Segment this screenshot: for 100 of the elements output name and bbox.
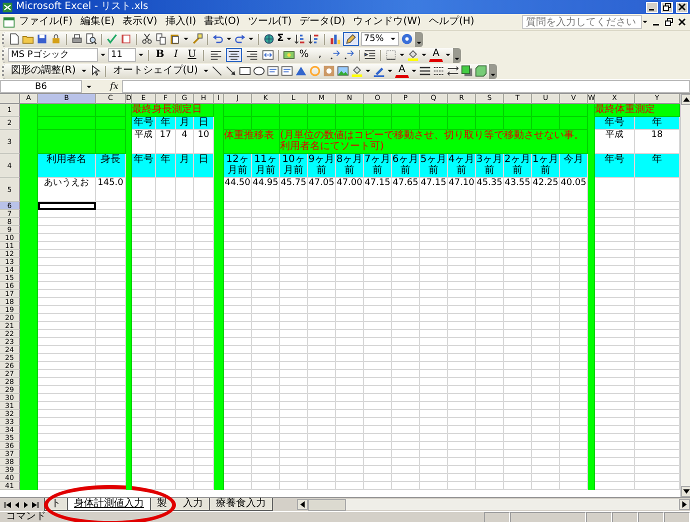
filled-cell[interactable] xyxy=(336,104,364,117)
bold-button[interactable]: B xyxy=(153,48,167,62)
scissors-icon[interactable] xyxy=(141,33,153,45)
caret-icon[interactable] xyxy=(410,69,417,73)
table-cell[interactable]: 年 xyxy=(635,117,680,130)
decimal-arrow-icon[interactable] xyxy=(343,49,355,61)
table-cell[interactable]: 年 xyxy=(635,154,680,178)
scroll-right-icon[interactable] xyxy=(679,499,690,510)
scroll-down-icon[interactable] xyxy=(681,486,690,497)
copy-icon[interactable] xyxy=(155,33,167,45)
zoom-dropdown[interactable]: 75% xyxy=(360,32,399,46)
draw-menu-button[interactable]: 図形の調整(R) xyxy=(8,64,79,78)
bar-chart-icon[interactable] xyxy=(328,33,341,45)
minimize-button[interactable] xyxy=(646,2,658,12)
underline-button[interactable]: U xyxy=(185,48,199,62)
vertical-scrollbar[interactable] xyxy=(680,94,690,497)
filled-cell[interactable] xyxy=(308,104,336,117)
money-icon[interactable] xyxy=(283,49,295,61)
table-cell[interactable]: 月 xyxy=(176,154,194,178)
close-button[interactable] xyxy=(676,2,688,12)
align-left-button[interactable] xyxy=(208,48,224,62)
menu-item[interactable]: データ(D) xyxy=(296,16,350,28)
merge-icon[interactable] xyxy=(262,49,274,61)
caret-icon[interactable] xyxy=(248,37,254,41)
filled-cell[interactable] xyxy=(224,104,252,117)
caret-icon[interactable] xyxy=(86,84,92,88)
filled-cell[interactable] xyxy=(336,117,364,130)
table-cell[interactable]: 1ヶ月前 xyxy=(532,154,560,178)
filled-cell[interactable] xyxy=(392,104,420,117)
filled-cell[interactable] xyxy=(476,117,504,130)
picture-icon[interactable] xyxy=(336,65,349,77)
wordart-icon[interactable] xyxy=(294,65,307,77)
table-cell[interactable]: 年号 xyxy=(595,117,635,130)
first-sheet-icon[interactable] xyxy=(4,500,12,508)
caret-icon[interactable] xyxy=(386,69,393,73)
menu-item[interactable]: 表示(V) xyxy=(118,16,162,28)
table-cell[interactable]: 年 xyxy=(156,117,176,130)
insert-function-button[interactable]: fx xyxy=(110,82,118,92)
table-cell[interactable]: 年号 xyxy=(132,117,156,130)
help-icon[interactable] xyxy=(400,33,413,45)
table-cell[interactable]: 月 xyxy=(176,117,194,130)
selected-cell[interactable] xyxy=(38,202,96,210)
caret-icon[interactable] xyxy=(421,53,427,57)
checkmark-icon[interactable] xyxy=(106,33,118,45)
printer-icon[interactable] xyxy=(71,33,83,45)
filled-cell[interactable] xyxy=(38,130,96,154)
page-icon[interactable] xyxy=(8,33,20,45)
text-box-icon[interactable] xyxy=(280,65,293,77)
filled-cell[interactable] xyxy=(38,104,96,117)
next-sheet-icon[interactable] xyxy=(22,500,30,508)
menu-item[interactable]: ファイル(F) xyxy=(15,16,77,28)
double-arrow-icon[interactable] xyxy=(446,65,459,77)
filled-cell[interactable] xyxy=(420,104,448,117)
autoshapes-menu-button[interactable]: オートシェイプ(U) xyxy=(110,64,201,78)
formula-field[interactable] xyxy=(122,80,690,93)
filled-cell[interactable] xyxy=(224,117,252,130)
help-search-field[interactable]: 質問を入力してください xyxy=(522,15,642,29)
filled-cell[interactable] xyxy=(96,104,126,117)
filled-cell[interactable] xyxy=(96,117,126,130)
indent-icon[interactable] xyxy=(364,49,376,61)
menu-item[interactable]: ウィンドウ(W) xyxy=(349,16,425,28)
menu-item[interactable]: ヘルプ(H) xyxy=(424,16,478,28)
table-cell[interactable]: 5ヶ月前 xyxy=(420,154,448,178)
filled-cell[interactable] xyxy=(420,117,448,130)
table-cell[interactable]: 日 xyxy=(194,117,214,130)
sum-button[interactable]: Σ xyxy=(277,33,284,45)
table-cell[interactable]: 12ヶ月前 xyxy=(224,154,252,178)
menu-item[interactable]: 挿入(I) xyxy=(161,16,200,28)
filled-cell[interactable] xyxy=(448,117,476,130)
filled-cell[interactable] xyxy=(560,117,588,130)
page-magnifier-icon[interactable] xyxy=(85,33,97,45)
table-cell[interactable]: 3ヶ月前 xyxy=(476,154,504,178)
redo-icon[interactable] xyxy=(234,33,246,45)
filled-cell[interactable] xyxy=(560,104,588,117)
table-cell[interactable]: 6ヶ月前 xyxy=(392,154,420,178)
rectangle-icon[interactable] xyxy=(238,65,251,77)
align-center-button[interactable] xyxy=(226,48,242,62)
filled-cell[interactable] xyxy=(308,117,336,130)
caret-icon[interactable] xyxy=(399,53,405,57)
menu-item[interactable]: 編集(E) xyxy=(76,16,119,28)
globe-icon[interactable] xyxy=(263,33,275,45)
table-cell[interactable]: 11ヶ月前 xyxy=(252,154,280,178)
ellipse-icon[interactable] xyxy=(252,65,265,77)
table-cell[interactable]: 年 xyxy=(156,154,176,178)
filled-cell[interactable] xyxy=(504,104,532,117)
table-cell[interactable]: 今月 xyxy=(560,154,588,178)
fill-bucket-icon[interactable] xyxy=(350,65,363,77)
table-cell[interactable]: 体重推移表 xyxy=(224,130,280,154)
filled-cell[interactable] xyxy=(532,117,560,130)
brush-icon[interactable] xyxy=(191,33,203,45)
menu-item[interactable]: ツール(T) xyxy=(244,16,296,28)
scroll-thumb[interactable] xyxy=(308,498,346,510)
dash-style-icon[interactable] xyxy=(432,65,445,77)
sort-ascending-icon[interactable] xyxy=(294,33,306,45)
table-cell[interactable]: 年号 xyxy=(595,154,635,178)
close-icon[interactable] xyxy=(677,17,687,27)
align-right-button[interactable] xyxy=(244,48,260,62)
toolbar-options-button[interactable] xyxy=(453,48,461,62)
padlock-icon[interactable] xyxy=(50,33,62,45)
table-cell[interactable]: 9ヶ月前 xyxy=(308,154,336,178)
